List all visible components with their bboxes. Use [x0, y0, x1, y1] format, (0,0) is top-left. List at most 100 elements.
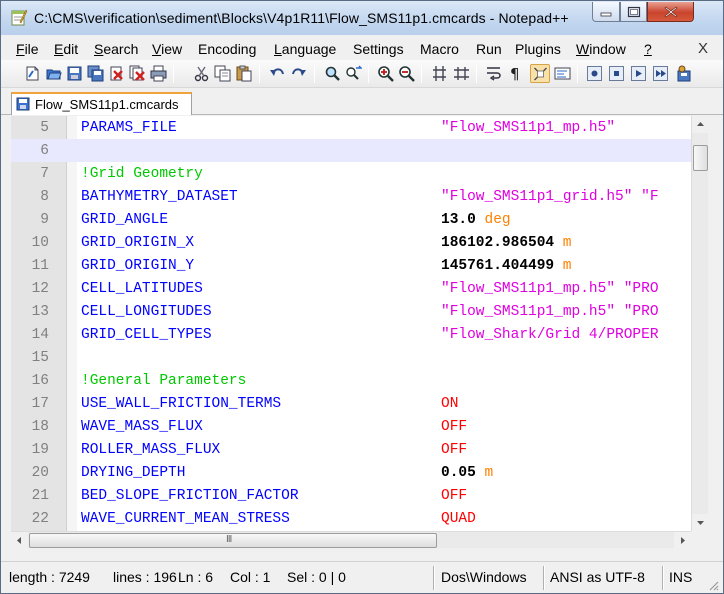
undo-icon[interactable]: [269, 65, 286, 82]
new-file-icon[interactable]: [24, 65, 41, 82]
status-selection: Sel : 0 | 0: [287, 569, 346, 585]
close-document-icon[interactable]: X: [698, 40, 708, 57]
menu-language[interactable]: Language: [274, 41, 336, 57]
document-tab[interactable]: Flow_SMS11p1.cmcards: [11, 92, 192, 115]
print-icon[interactable]: [150, 65, 167, 82]
line-number: 11: [31, 258, 49, 274]
menu-view-label: iew: [161, 41, 183, 57]
menu-encoding[interactable]: Encoding: [198, 41, 256, 57]
menu-plugins[interactable]: Plugins: [515, 41, 561, 57]
text-editor[interactable]: 5 PARAMS_FILE "Flow_SMS11p1_mp.h5" 6 7 !Grid …: [11, 116, 691, 531]
line-number: 6: [40, 143, 49, 159]
vertical-scrollbar[interactable]: [691, 116, 709, 531]
code-line[interactable]: 22 WAVE_CURRENT_MEAN_STRESS QUAD: [11, 507, 691, 530]
menu-run[interactable]: Run: [476, 41, 502, 57]
blank-line[interactable]: 6: [11, 139, 691, 162]
playback-macro-icon[interactable]: [630, 65, 647, 82]
redo-icon[interactable]: [290, 65, 307, 82]
code-line[interactable]: 8 BATHYMETRY_DATASET "Flow_SMS11p1_grid.h5…: [11, 185, 691, 208]
code-line[interactable]: 17 USE_WALL_FRICTION_TERMS ON: [11, 392, 691, 415]
open-file-icon[interactable]: [45, 65, 62, 82]
zoom-in-icon[interactable]: [377, 65, 394, 82]
code-line[interactable]: 12 CELL_LATITUDES "Flow_SMS11p1_mp.h5" "PR…: [11, 277, 691, 300]
minimize-icon: [600, 12, 612, 16]
code-line[interactable]: 11 GRID_ORIGIN_Y 145761.404499 m: [11, 254, 691, 277]
zoom-out-icon[interactable]: [398, 65, 415, 82]
sync-horizontal-icon[interactable]: [453, 65, 470, 82]
save-all-icon[interactable]: [87, 65, 104, 82]
code-line[interactable]: 14 GRID_CELL_TYPES "Flow_Shark/Grid 4/PROP…: [11, 323, 691, 346]
comment-line[interactable]: 7 !Grid Geometry: [11, 162, 691, 185]
menu-macro[interactable]: Macro: [420, 41, 459, 57]
resize-grip-icon[interactable]: [707, 579, 719, 591]
user-defined-language-icon[interactable]: [554, 65, 571, 82]
menu-file[interactable]: File: [16, 41, 39, 57]
menu-macro-label: Macro: [420, 41, 459, 57]
card-name: GRID_ANGLE: [81, 212, 169, 228]
code-line[interactable]: 18 WAVE_MASS_FLUX OFF: [11, 415, 691, 438]
line-number: 20: [31, 465, 49, 481]
document-tab-bar: Flow_SMS11p1.cmcards: [1, 91, 723, 115]
code-line[interactable]: 9 GRID_ANGLE 13.0 deg: [11, 208, 691, 231]
paste-icon[interactable]: [235, 65, 252, 82]
comment-line[interactable]: 16 !General Parameters: [11, 369, 691, 392]
window-title: C:\CMS\verification\sediment\Blocks\V4p1…: [34, 10, 569, 26]
section-comment: !General Parameters: [81, 373, 247, 389]
card-name: CELL_LONGITUDES: [81, 304, 212, 320]
scroll-up-icon[interactable]: [692, 116, 709, 133]
status-bar: length : 7249 lines : 196 Ln : 6 Col : 1…: [1, 561, 723, 593]
status-eol-format: Dos\Windows: [441, 569, 527, 585]
save-macro-icon[interactable]: [675, 65, 692, 82]
menu-view-accel: V: [152, 41, 162, 57]
close-file-icon[interactable]: [108, 65, 125, 82]
menu-file-accel: F: [16, 41, 25, 57]
cut-icon[interactable]: [193, 65, 210, 82]
scroll-right-icon[interactable]: [674, 532, 691, 549]
menu-edit[interactable]: Edit: [54, 41, 78, 57]
menu-window[interactable]: Window: [576, 41, 626, 57]
sync-vertical-icon[interactable]: [431, 65, 448, 82]
toolbar: ¶: [1, 60, 723, 88]
code-line[interactable]: 20 DRYING_DEPTH 0.05 m: [11, 461, 691, 484]
show-all-chars-icon[interactable]: ¶: [507, 65, 524, 82]
menu-help[interactable]: ?: [644, 41, 652, 57]
code-line[interactable]: 5 PARAMS_FILE "Flow_SMS11p1_mp.h5": [11, 116, 691, 139]
line-number: 19: [31, 442, 49, 458]
horizontal-scrollbar[interactable]: III: [11, 531, 691, 549]
card-name: WAVE_CURRENT_MEAN_STRESS: [81, 511, 290, 527]
menu-search[interactable]: Search: [94, 41, 138, 57]
replace-icon[interactable]: [345, 65, 362, 82]
indent-guide-icon[interactable]: [530, 64, 550, 83]
find-icon[interactable]: [324, 65, 341, 82]
vertical-scroll-thumb[interactable]: [693, 145, 708, 171]
scroll-left-icon[interactable]: [11, 532, 28, 549]
card-name: BED_SLOPE_FRICTION_FACTOR: [81, 488, 299, 504]
record-macro-icon[interactable]: [586, 65, 603, 82]
code-line[interactable]: 21 BED_SLOPE_FRICTION_FACTOR OFF: [11, 484, 691, 507]
word-wrap-icon[interactable]: [485, 65, 502, 82]
card-value: ON: [441, 396, 459, 412]
menu-settings-label: Settings: [353, 41, 404, 57]
blank-line[interactable]: 15: [11, 346, 691, 369]
line-number: 8: [40, 189, 49, 205]
close-button[interactable]: [647, 2, 694, 22]
stop-recording-icon[interactable]: [608, 65, 625, 82]
code-line[interactable]: 13 CELL_LONGITUDES "Flow_SMS11p1_mp.h5" "P…: [11, 300, 691, 323]
menu-settings[interactable]: Settings: [353, 41, 404, 57]
card-unit: m: [484, 465, 494, 481]
code-line[interactable]: 19 ROLLER_MASS_FLUX OFF: [11, 438, 691, 461]
card-value: 145761.404499: [441, 258, 555, 274]
status-separator: [662, 566, 664, 590]
run-macro-multiple-icon[interactable]: [652, 65, 669, 82]
line-number: 13: [31, 304, 49, 320]
copy-icon[interactable]: [214, 65, 231, 82]
close-all-icon[interactable]: [129, 65, 146, 82]
horizontal-scroll-thumb[interactable]: III: [29, 533, 437, 548]
save-icon[interactable]: [66, 65, 83, 82]
minimize-button[interactable]: [592, 2, 620, 22]
title-bar[interactable]: C:\CMS\verification\sediment\Blocks\V4p1…: [1, 1, 723, 35]
scroll-down-icon[interactable]: [692, 514, 709, 531]
menu-view[interactable]: View: [152, 41, 182, 57]
code-line[interactable]: 10 GRID_ORIGIN_X 186102.986504 m: [11, 231, 691, 254]
maximize-button[interactable]: [620, 2, 647, 22]
